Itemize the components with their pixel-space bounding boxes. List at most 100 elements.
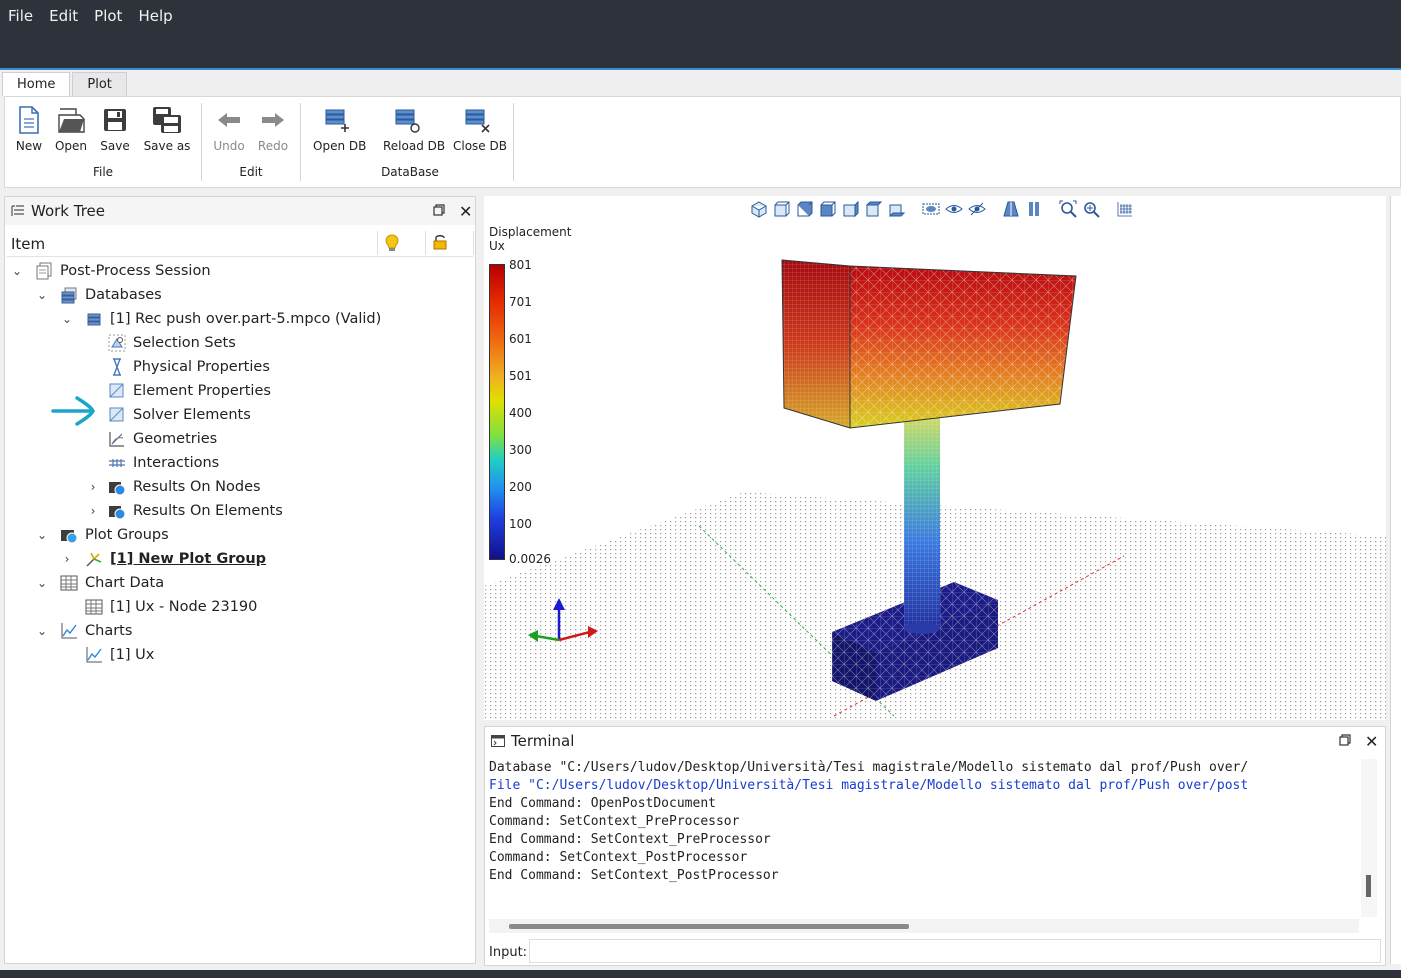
open-folder-icon bbox=[58, 108, 85, 133]
float-panel-icon[interactable] bbox=[433, 204, 445, 216]
reload-db-button[interactable]: Reload DB bbox=[383, 105, 445, 157]
database-icon bbox=[87, 313, 101, 326]
tree-item-results-on-elements[interactable]: › Results On Elements bbox=[85, 499, 283, 523]
3d-viewport[interactable]: Displacement Ux 801 701 601 501 400 300 … bbox=[484, 196, 1386, 720]
terminal-output[interactable]: Database "C:/Users/ludov/Desktop/Univers… bbox=[489, 759, 1359, 917]
ribbon-separator bbox=[300, 103, 301, 181]
tree-item-selection-sets[interactable]: Selection Sets bbox=[108, 331, 236, 355]
new-button[interactable]: New bbox=[5, 105, 53, 157]
collapse-arrow-icon[interactable]: ⌄ bbox=[34, 576, 50, 590]
menu-edit[interactable]: Edit bbox=[41, 4, 86, 28]
expand-arrow-icon[interactable]: › bbox=[85, 480, 101, 494]
bottom-view-icon[interactable] bbox=[888, 200, 906, 218]
tree-item-label: Charts bbox=[85, 623, 133, 639]
horizontal-scrollbar[interactable] bbox=[489, 919, 1359, 933]
zoom-fit-icon[interactable] bbox=[1059, 200, 1077, 218]
zoom-icon[interactable] bbox=[1082, 200, 1100, 218]
terminal-line: File "C:/Users/ludov/Desktop/Università/… bbox=[489, 778, 1249, 793]
left-view-icon[interactable] bbox=[819, 200, 837, 218]
redo-button[interactable]: Redo bbox=[249, 105, 297, 157]
grid-icon[interactable] bbox=[1116, 200, 1134, 218]
tree-item-databases[interactable]: ⌄ Databases bbox=[34, 283, 162, 307]
database-reload-icon bbox=[395, 109, 420, 133]
work-tree-title-bar: Work Tree ✕ bbox=[5, 197, 475, 225]
tree-item-chart-data[interactable]: ⌄ Chart Data bbox=[34, 571, 164, 595]
close-panel-icon[interactable]: ✕ bbox=[459, 202, 472, 221]
tree-item-new-plot-group[interactable]: › [1] New Plot Group bbox=[59, 547, 266, 571]
chart-icon bbox=[86, 647, 102, 663]
collapse-arrow-icon[interactable]: ⌄ bbox=[59, 312, 75, 326]
front-view-icon[interactable] bbox=[773, 200, 791, 218]
back-view-icon[interactable] bbox=[796, 200, 814, 218]
tree-item-charts[interactable]: ⌄ Charts bbox=[34, 619, 132, 643]
show-eye-icon[interactable] bbox=[945, 200, 963, 218]
perspective-icon[interactable] bbox=[1002, 200, 1020, 218]
column-separator bbox=[377, 231, 378, 255]
tree-item-post-process-session[interactable]: ⌄ Post-Process Session bbox=[9, 259, 211, 283]
save-as-button[interactable]: Save as bbox=[143, 105, 191, 157]
column-item[interactable]: Item bbox=[11, 235, 45, 253]
vertical-scrollbar[interactable] bbox=[1361, 759, 1377, 917]
tree-item-interactions[interactable]: Interactions bbox=[108, 451, 219, 475]
collapse-arrow-icon[interactable]: ⌄ bbox=[9, 264, 25, 278]
redo-button-label: Redo bbox=[257, 139, 289, 153]
column-separator bbox=[425, 231, 426, 255]
right-view-icon[interactable] bbox=[842, 200, 860, 218]
tree-item-solver-elements[interactable]: Solver Elements bbox=[108, 403, 251, 427]
hide-eye-icon[interactable] bbox=[968, 200, 986, 218]
tab-home[interactable]: Home bbox=[2, 72, 71, 96]
results-folder-icon bbox=[109, 482, 126, 496]
lock-icon[interactable] bbox=[433, 234, 447, 250]
close-db-button[interactable]: Close DB bbox=[453, 105, 507, 157]
tree-item-chart-ux[interactable]: [1] Ux bbox=[85, 643, 154, 667]
float-panel-icon[interactable] bbox=[1339, 734, 1351, 746]
tree-item-element-properties[interactable]: Element Properties bbox=[108, 379, 271, 403]
expand-arrow-icon[interactable]: › bbox=[59, 552, 75, 566]
collapse-arrow-icon[interactable]: ⌄ bbox=[34, 528, 50, 542]
expand-arrow-icon[interactable]: › bbox=[85, 504, 101, 518]
collapse-arrow-icon[interactable]: ⌄ bbox=[34, 288, 50, 302]
undo-button[interactable]: Undo bbox=[205, 105, 253, 157]
close-panel-icon[interactable]: ✕ bbox=[1365, 732, 1378, 751]
results-folder-icon bbox=[109, 506, 126, 520]
visibility-bulb-icon[interactable] bbox=[385, 234, 399, 252]
open-button[interactable]: Open bbox=[47, 105, 95, 157]
terminal-line: End Command: OpenPostDocument bbox=[489, 796, 716, 811]
tree-item-plot-groups[interactable]: ⌄ Plot Groups bbox=[34, 523, 169, 547]
tree-item-label: Solver Elements bbox=[133, 407, 251, 423]
legend-tick: 0.0026 bbox=[509, 552, 551, 566]
scrollbar-thumb[interactable] bbox=[509, 924, 909, 929]
open-db-button[interactable]: Open DB bbox=[313, 105, 366, 157]
table-icon bbox=[60, 575, 78, 591]
physical-properties-icon bbox=[113, 358, 121, 376]
tree-item-geometries[interactable]: Geometries bbox=[108, 427, 217, 451]
save-button[interactable]: Save bbox=[91, 105, 139, 157]
tree-item-database-file[interactable]: ⌄ [1] Rec push over.part-5.mpco (Valid) bbox=[59, 307, 381, 331]
selection-filter-icon[interactable] bbox=[922, 200, 940, 218]
save-button-label: Save bbox=[100, 139, 130, 153]
command-input[interactable] bbox=[529, 939, 1381, 963]
new-file-icon bbox=[19, 106, 39, 134]
menu-file[interactable]: File bbox=[0, 4, 41, 28]
tree-item-label: Results On Elements bbox=[133, 503, 283, 519]
tree-item-physical-properties[interactable]: Physical Properties bbox=[108, 355, 270, 379]
top-view-icon[interactable] bbox=[865, 200, 883, 218]
tree-item-results-on-nodes[interactable]: › Results On Nodes bbox=[85, 475, 261, 499]
legend-tick: 100 bbox=[509, 517, 532, 531]
menu-help[interactable]: Help bbox=[130, 4, 180, 28]
legend-tick: 501 bbox=[509, 369, 532, 383]
scrollbar-thumb[interactable] bbox=[1366, 875, 1371, 897]
model-scene bbox=[484, 259, 1386, 720]
tree-header: Item bbox=[7, 229, 474, 257]
orthographic-icon[interactable] bbox=[1025, 200, 1043, 218]
save-as-button-label: Save as bbox=[143, 139, 191, 153]
menu-plot[interactable]: Plot bbox=[86, 4, 130, 28]
undo-button-label: Undo bbox=[213, 139, 245, 153]
tab-plot[interactable]: Plot bbox=[72, 72, 127, 96]
terminal-line: Command: SetContext_PreProcessor bbox=[489, 814, 740, 829]
interactions-icon bbox=[109, 459, 125, 467]
iso-view-icon[interactable] bbox=[750, 200, 768, 218]
collapse-arrow-icon[interactable]: ⌄ bbox=[34, 624, 50, 638]
work-tree-panel: Work Tree ✕ Item ⌄ Post-Process Session … bbox=[4, 196, 476, 964]
tree-item-chart-data-ux[interactable]: [1] Ux - Node 23190 bbox=[85, 595, 257, 619]
